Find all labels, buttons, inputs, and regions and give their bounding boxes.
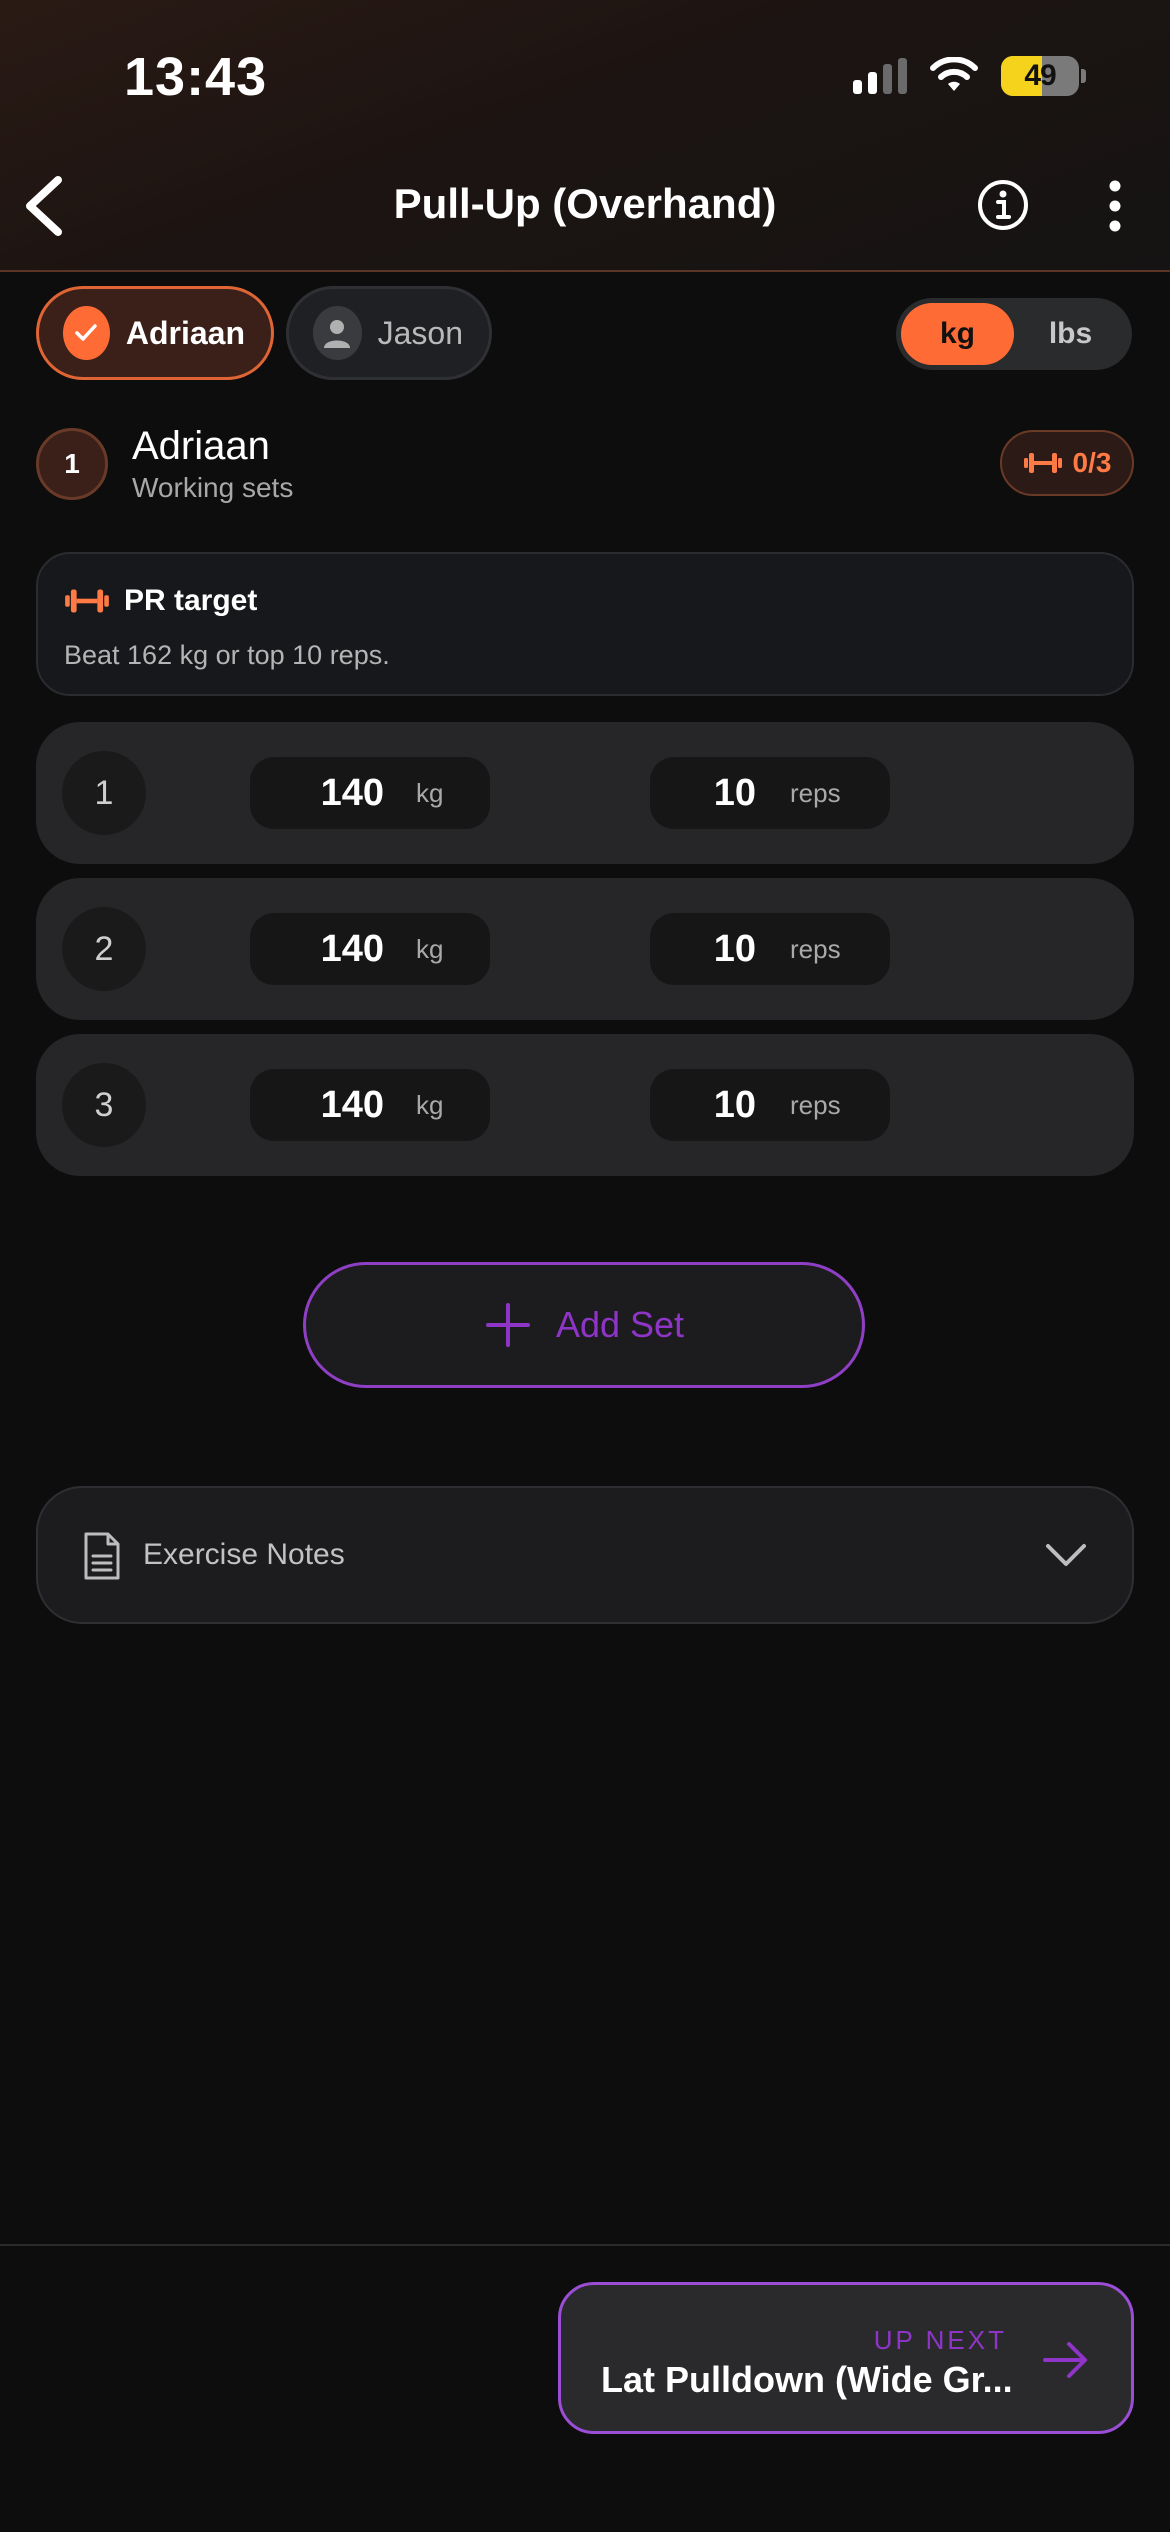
status-icons: 49 (853, 56, 1086, 96)
pr-target-description: Beat 162 kg or top 10 reps. (64, 640, 390, 670)
battery-icon: 49 (1001, 56, 1079, 96)
pr-target-header: PR target (64, 584, 257, 618)
dumbbell-icon (65, 589, 109, 613)
set-number: 1 (62, 751, 146, 835)
set-row: 1 140 kg 10 reps (36, 722, 1134, 864)
reps-unit: reps (790, 777, 841, 808)
add-set-button[interactable]: Add Set (303, 1262, 865, 1388)
person-icon (313, 306, 362, 360)
chevron-down-icon (1046, 1544, 1086, 1566)
unit-option-lbs[interactable]: lbs (1014, 303, 1127, 365)
set-number: 3 (62, 1063, 146, 1147)
pr-target-card: PR target Beat 162 kg or top 10 reps. (36, 552, 1134, 696)
unit-toggle[interactable]: kg lbs (896, 298, 1132, 370)
weight-value: 140 (320, 771, 384, 814)
battery-level: 49 (1024, 59, 1056, 92)
weight-input[interactable]: 140 kg (250, 1069, 490, 1141)
weight-value: 140 (320, 927, 384, 970)
reps-unit: reps (790, 933, 841, 964)
more-options-button[interactable] (1100, 178, 1130, 234)
user-chip-jason[interactable]: Jason (286, 286, 492, 380)
checkmark-icon (63, 306, 110, 360)
section-index-badge: 1 (36, 428, 108, 500)
set-row: 2 140 kg 10 reps (36, 878, 1134, 1020)
bottom-divider (0, 2244, 1170, 2246)
plus-icon (485, 1303, 530, 1347)
weight-unit: kg (416, 777, 444, 808)
reps-value: 10 (713, 927, 756, 970)
section-user-name: Adriaan (132, 424, 270, 468)
weight-unit: kg (416, 1089, 444, 1120)
arrow-right-icon (1043, 2342, 1087, 2378)
add-set-label: Add Set (555, 1304, 685, 1345)
section-subtitle: Working sets (132, 472, 294, 503)
exercise-notes-label: Exercise Notes (143, 1538, 345, 1571)
reps-value: 10 (713, 1083, 756, 1126)
reps-input[interactable]: 10 reps (650, 1069, 890, 1141)
up-next-kicker: UP NEXT (873, 2325, 1007, 2355)
weight-value: 140 (320, 1083, 384, 1126)
weight-input[interactable]: 140 kg (250, 913, 490, 985)
user-chip-label: Jason (377, 314, 463, 351)
exercise-notes-toggle[interactable]: Exercise Notes (36, 1486, 1134, 1624)
reps-input[interactable]: 10 reps (650, 757, 890, 829)
cellular-signal-icon (853, 58, 907, 94)
user-chip-label: Adriaan (125, 314, 245, 351)
dumbbell-icon (1023, 453, 1062, 473)
more-vertical-icon (1109, 180, 1121, 232)
weight-unit: kg (416, 933, 444, 964)
weight-input[interactable]: 140 kg (250, 757, 490, 829)
status-time: 13:43 (124, 47, 268, 107)
info-button[interactable] (976, 178, 1030, 232)
set-row: 3 140 kg 10 reps (36, 1034, 1134, 1176)
pr-target-title: PR target (124, 584, 258, 617)
screen: 13:43 49 Pull-Up (Overhand) Adriaan Jaso… (0, 0, 1170, 2532)
document-icon (84, 1532, 120, 1580)
sets-progress-text: 0/3 (1072, 447, 1112, 478)
reps-input[interactable]: 10 reps (650, 913, 890, 985)
up-next-exercise: Lat Pulldown (Wide Gr... (601, 2359, 1013, 2400)
reps-unit: reps (790, 1089, 841, 1120)
unit-option-kg[interactable]: kg (901, 303, 1014, 365)
set-number: 2 (62, 907, 146, 991)
info-icon (978, 180, 1028, 230)
reps-value: 10 (713, 771, 756, 814)
header: 13:43 49 Pull-Up (Overhand) (0, 0, 1170, 272)
user-chip-adriaan[interactable]: Adriaan (36, 286, 274, 380)
up-next-button[interactable]: UP NEXT Lat Pulldown (Wide Gr... (558, 2282, 1134, 2434)
wifi-icon (930, 57, 978, 91)
sets-progress-badge: 0/3 (1000, 430, 1134, 496)
